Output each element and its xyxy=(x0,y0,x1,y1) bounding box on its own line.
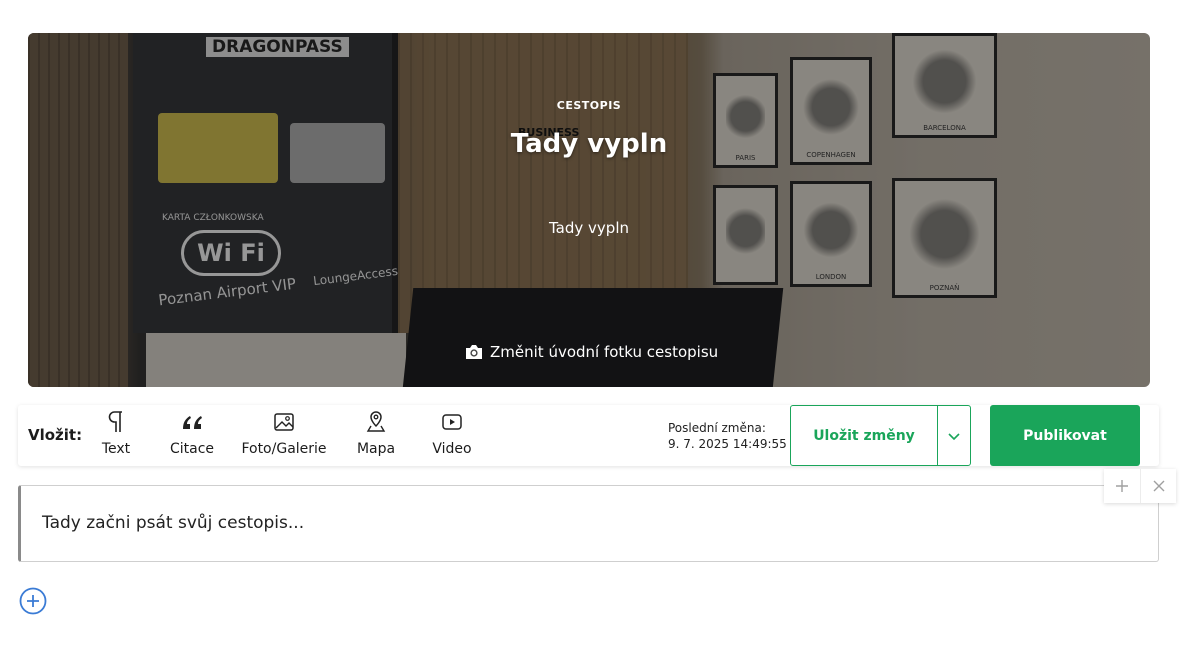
insert-label: Vložit: xyxy=(28,426,83,444)
change-cover-photo-button[interactable]: Změnit úvodní fotku cestopisu xyxy=(464,343,718,361)
image-icon xyxy=(273,409,295,435)
last-change-timestamp: 9. 7. 2025 14:49:55 xyxy=(668,437,787,451)
cover-photo: DRAGONPASS KARTA CZŁONKOWSKA Wi Fi Pozna… xyxy=(28,33,1150,387)
insert-photo-button[interactable]: Foto/Galerie xyxy=(240,409,328,463)
plus-circle-icon xyxy=(19,587,47,615)
insert-video-label: Video xyxy=(432,441,472,457)
insert-map-label: Mapa xyxy=(356,441,396,457)
insert-quote-button[interactable]: Citace xyxy=(168,409,216,463)
hero-subtitle[interactable]: Tady vypln xyxy=(28,219,1150,237)
save-options-dropdown[interactable] xyxy=(937,405,971,466)
insert-text-button[interactable]: Text xyxy=(98,409,134,463)
quote-icon xyxy=(181,409,203,435)
add-block-icon[interactable] xyxy=(1104,469,1140,503)
publish-button[interactable]: Publikovat xyxy=(990,405,1140,466)
hero-category-label: CESTOPIS xyxy=(556,99,622,112)
insert-video-button[interactable]: Video xyxy=(430,409,474,463)
insert-quote-label: Citace xyxy=(169,441,215,457)
last-change-info: Poslední změna: 9. 7. 2025 14:49:55 xyxy=(668,420,787,452)
video-play-icon xyxy=(441,409,463,435)
text-block-editor[interactable]: Tady začni psát svůj cestopis... xyxy=(18,485,1159,562)
insert-text-label: Text xyxy=(101,441,131,457)
chevron-down-icon xyxy=(948,432,960,440)
camera-icon xyxy=(466,345,482,359)
close-icon[interactable] xyxy=(1140,469,1176,503)
insert-toolbar: Vložit: Text Citace Foto/Galerie Mapa Vi… xyxy=(18,405,1159,466)
block-tools xyxy=(1104,469,1176,503)
hero-title[interactable]: Tady vypln xyxy=(28,129,1150,159)
pilcrow-icon xyxy=(108,409,124,435)
change-cover-photo-label: Změnit úvodní fotku cestopisu xyxy=(490,343,719,361)
insert-map-button[interactable]: Mapa xyxy=(353,409,399,463)
last-change-label: Poslední změna: xyxy=(668,421,766,435)
editor-placeholder[interactable]: Tady začni psát svůj cestopis... xyxy=(42,513,304,533)
map-pin-icon xyxy=(366,409,386,435)
add-block-button[interactable] xyxy=(19,587,47,615)
insert-photo-label: Foto/Galerie xyxy=(241,441,327,457)
save-changes-button[interactable]: Uložit změny xyxy=(790,405,938,466)
